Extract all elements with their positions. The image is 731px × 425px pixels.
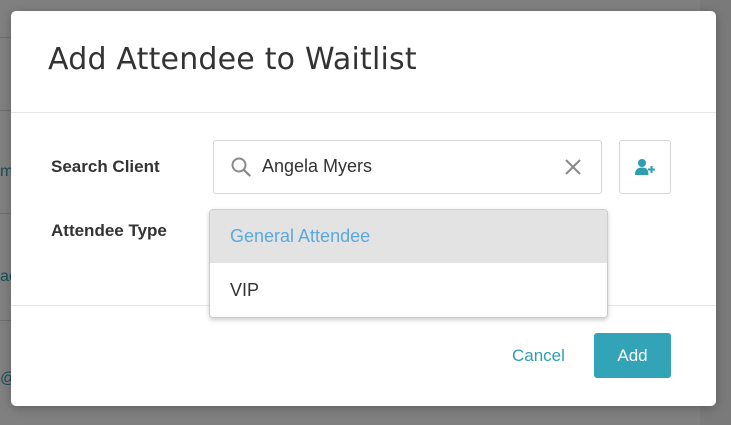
search-client-input[interactable]: Angela Myers [213,140,602,194]
attendee-type-dropdown[interactable]: General Attendee VIP [209,209,608,318]
add-button[interactable]: Add [594,333,671,378]
option-vip[interactable]: VIP [210,264,607,317]
add-new-client-button[interactable] [619,140,671,194]
option-general-attendee[interactable]: General Attendee [210,210,607,263]
search-icon [231,157,251,177]
search-client-label: Search Client [51,157,160,176]
cancel-button[interactable]: Cancel [512,346,565,366]
modal-title: Add Attendee to Waitlist [48,42,417,77]
header-divider [11,112,716,113]
add-user-icon [635,159,655,175]
attendee-type-label: Attendee Type [51,221,167,240]
search-client-value[interactable]: Angela Myers [262,156,372,177]
close-icon[interactable] [563,157,583,177]
